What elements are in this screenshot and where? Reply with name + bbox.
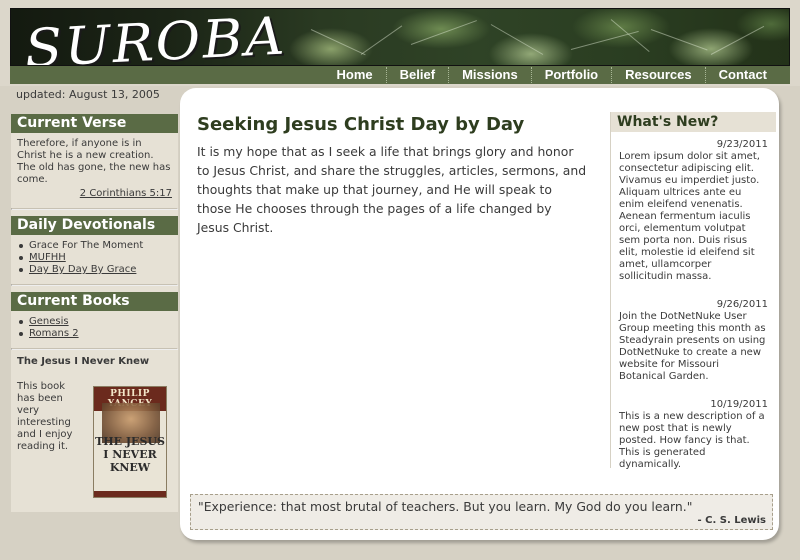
main-nav: Home Belief Missions Portfolio Resources… <box>10 66 790 84</box>
header-banner: SUROBA <box>10 8 790 66</box>
list-item: Romans 2 <box>17 328 172 340</box>
leaf-vein <box>310 29 366 56</box>
leaf-vein <box>410 20 477 45</box>
nav-resources[interactable]: Resources <box>611 67 704 83</box>
leaf-vein <box>710 25 765 55</box>
news-date: 9/23/2011 <box>716 139 768 150</box>
featured-book-title: The Jesus I Never Knew <box>17 356 150 367</box>
news-text: Join the DotNetNuke User Group meeting t… <box>619 311 766 382</box>
news-text: Lorem ipsum dolor sit amet, consectetur … <box>619 151 760 282</box>
updated-date: updated: August 13, 2005 <box>16 88 160 101</box>
daily-devotionals-heading: Daily Devotionals <box>11 216 178 235</box>
current-books-heading: Current Books <box>11 292 178 311</box>
book-cover-strip <box>94 491 166 497</box>
current-verse-panel: Therefore, if anyone is in Christ he is … <box>11 133 178 208</box>
book-cover-title: THE JESUS I NEVER KNEW <box>95 435 165 474</box>
book-cover-image[interactable]: PHILIP YANCEY THE JESUS I NEVER KNEW <box>93 386 167 498</box>
page-title: Seeking Jesus Christ Day by Day <box>197 114 525 135</box>
current-verse-heading: Current Verse <box>11 114 178 133</box>
books-list: Genesis Romans 2 <box>17 316 172 340</box>
list-item: Day By Day By Grace <box>17 264 172 276</box>
devotionals-list: Grace For The Moment MUFHH Day By Day By… <box>17 240 172 276</box>
book-genesis-link[interactable]: Genesis <box>29 316 69 327</box>
whats-new-panel: What's New? 9/23/2011 Lorem ipsum dolor … <box>610 112 776 471</box>
quote-text: "Experience: that most brutal of teacher… <box>198 499 693 514</box>
list-item: MUFHH <box>17 252 172 264</box>
nav-home[interactable]: Home <box>324 67 386 83</box>
devotional-day-by-day-link[interactable]: Day By Day By Grace <box>29 264 136 275</box>
nav-contact[interactable]: Contact <box>704 67 780 83</box>
quote-box: "Experience: that most brutal of teacher… <box>190 494 773 530</box>
daily-devotionals-panel: Grace For The Moment MUFHH Day By Day By… <box>11 235 178 284</box>
list-item: Genesis <box>17 316 172 328</box>
site-logo[interactable]: SUROBA <box>23 9 288 65</box>
news-date: 10/19/2011 <box>710 399 768 410</box>
news-item: 9/23/2011 Lorem ipsum dolor sit amet, co… <box>611 132 776 283</box>
leaf-vein <box>360 25 403 55</box>
featured-book-description: This book has been very interesting and … <box>17 381 73 452</box>
devotional-grace-for-the-moment: Grace For The Moment <box>29 240 144 251</box>
page-intro: It is my hope that as I seek a life that… <box>197 144 587 235</box>
nav-missions[interactable]: Missions <box>448 67 531 83</box>
news-item: 10/19/2011 This is a new description of … <box>611 383 776 471</box>
news-date: 9/26/2011 <box>716 299 768 310</box>
devotional-mufhh-link[interactable]: MUFHH <box>29 252 66 263</box>
verse-reference-link[interactable]: 2 Corinthians 5:17 <box>17 188 172 200</box>
current-books-panel: Genesis Romans 2 <box>11 311 178 348</box>
quote-author: - C. S. Lewis <box>697 515 766 526</box>
leaf-vein <box>490 24 544 55</box>
main-content: Seeking Jesus Christ Day by Day It is my… <box>180 88 779 540</box>
whats-new-heading: What's New? <box>611 112 776 132</box>
news-text: This is a new description of a new post … <box>619 411 765 470</box>
leaf-vein <box>650 29 708 51</box>
book-romans-link[interactable]: Romans 2 <box>29 328 79 339</box>
nav-portfolio[interactable]: Portfolio <box>530 67 611 83</box>
verse-text: Therefore, if anyone is in Christ he is … <box>17 138 171 185</box>
sidebar: Current Verse Therefore, if anyone is in… <box>11 114 178 512</box>
list-item: Grace For The Moment <box>17 240 172 252</box>
news-item: 9/26/2011 Join the DotNetNuke User Group… <box>611 283 776 383</box>
site-header: SUROBA Home Belief Missions Portfolio Re… <box>0 0 800 86</box>
nav-belief[interactable]: Belief <box>385 67 448 83</box>
